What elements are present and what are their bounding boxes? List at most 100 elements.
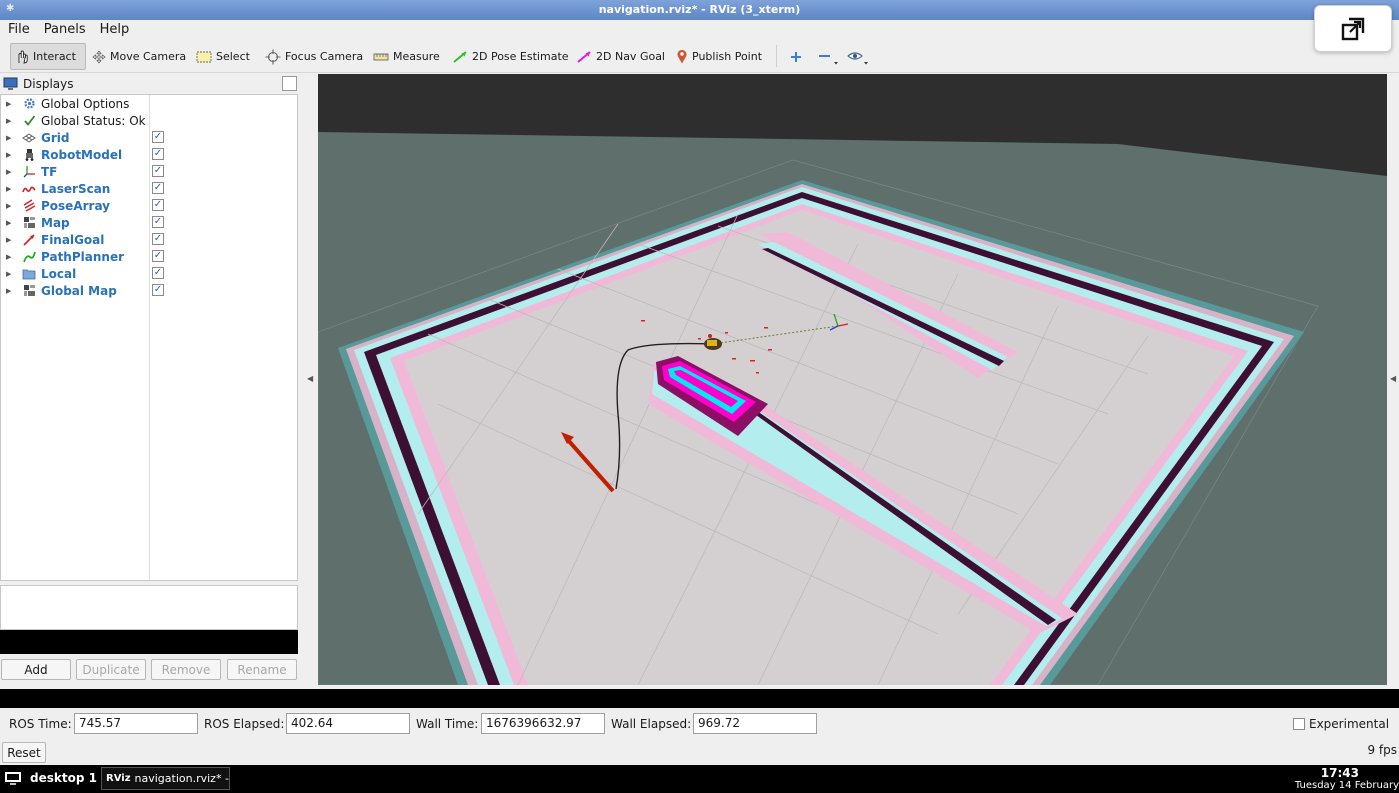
display-item-global-map[interactable]: ▶ Global Map ✓: [1, 282, 297, 299]
rviz-app-icon: RViz: [106, 773, 131, 784]
menu-bar: File Panels Help: [0, 20, 1399, 39]
publish-point-tool-button[interactable]: Publish Point: [672, 43, 766, 70]
render-view-3d[interactable]: [318, 74, 1387, 685]
green-arrow-icon: [453, 50, 467, 63]
expand-arrow-icon[interactable]: ▶: [6, 151, 16, 159]
desktop-switcher[interactable]: desktop 1: [4, 771, 97, 785]
display-enabled-checkbox[interactable]: ✓: [152, 267, 164, 279]
display-item-global-status[interactable]: ▶ Global Status: Ok: [1, 112, 297, 129]
reset-button[interactable]: Reset: [2, 742, 46, 763]
display-item-label: FinalGoal: [41, 232, 105, 247]
expand-arrow-icon[interactable]: ▶: [6, 270, 16, 278]
displays-header: Displays: [0, 74, 299, 93]
rename-display-button[interactable]: Rename: [227, 659, 297, 680]
expand-arrow-icon[interactable]: ▶: [6, 202, 16, 210]
menu-help[interactable]: Help: [100, 22, 130, 37]
focus-camera-label: Focus Camera: [285, 50, 364, 63]
panel-splitter[interactable]: ◀: [300, 74, 317, 686]
display-item-pose-array[interactable]: ▶ PoseArray ✓: [1, 197, 297, 214]
expand-arrow-icon[interactable]: ▶: [6, 236, 16, 244]
expand-arrow-icon[interactable]: ▶: [6, 219, 16, 227]
display-item-final-goal[interactable]: ▶ FinalGoal ✓: [1, 231, 297, 248]
collapse-right-icon[interactable]: ◀: [1390, 374, 1396, 383]
crosshair-icon: [265, 49, 281, 64]
map-icon: [20, 284, 38, 298]
display-item-laser-scan[interactable]: ▶ LaserScan ✓: [1, 180, 297, 197]
measure-tool-button[interactable]: Measure: [369, 43, 444, 70]
display-item-label: Grid: [41, 130, 70, 145]
pose-array-icon: [20, 199, 38, 213]
remove-display-button[interactable]: Remove: [151, 659, 221, 680]
move-camera-label: Move Camera: [110, 50, 187, 63]
wall-elapsed-field[interactable]: 969.72: [693, 713, 817, 734]
displays-panel: Displays ▶ Global Options ▶ Global Statu…: [0, 74, 299, 686]
display-enabled-checkbox[interactable]: ✓: [152, 216, 164, 228]
collapse-left-icon[interactable]: ◀: [307, 374, 313, 383]
display-enabled-checkbox[interactable]: ✓: [152, 148, 164, 160]
undock-panel-button[interactable]: [282, 76, 297, 91]
pose-estimate-tool-button[interactable]: 2D Pose Estimate: [448, 43, 573, 70]
display-enabled-checkbox[interactable]: ✓: [152, 250, 164, 262]
add-display-button[interactable]: Add: [1, 659, 71, 680]
expand-arrow-icon[interactable]: ▶: [6, 168, 16, 176]
experimental-checkbox[interactable]: [1293, 718, 1305, 730]
title-bar: ✱ navigation.rviz* - RViz (3_xterm): [0, 0, 1399, 20]
display-enabled-checkbox[interactable]: ✓: [152, 131, 164, 143]
display-item-grid[interactable]: ▶ Grid ✓: [1, 129, 297, 146]
display-item-label: TF: [41, 164, 58, 179]
taskbar-window-rviz[interactable]: RViz navigation.rviz* -...: [101, 767, 230, 790]
ros-time-field[interactable]: 745.57: [74, 713, 198, 734]
expand-arrow-icon[interactable]: ▶: [6, 253, 16, 261]
restore-window-button[interactable]: [1314, 5, 1392, 52]
eye-icon: [847, 51, 868, 64]
menu-panels[interactable]: Panels: [44, 22, 86, 37]
clock-time: 17:43: [1320, 766, 1359, 780]
display-item-label: Map: [41, 215, 70, 230]
taskbar-window-label: navigation.rviz* -...: [134, 772, 230, 785]
expand-arrow-icon[interactable]: ▶: [6, 117, 16, 125]
add-tool-button[interactable]: [784, 43, 808, 70]
focus-camera-tool-button[interactable]: Focus Camera: [261, 43, 367, 70]
path-icon: [20, 250, 38, 264]
expand-arrow-icon[interactable]: ▶: [6, 134, 16, 142]
axes-icon: [20, 165, 38, 179]
tool-bar: Interact Move Camera Select Focus Camera: [0, 39, 1399, 73]
status-separator-bar: [0, 689, 1399, 708]
panel-visibility-button[interactable]: [842, 43, 876, 70]
expand-arrow-icon[interactable]: ▶: [6, 287, 16, 295]
select-tool-button[interactable]: Select: [192, 43, 254, 70]
duplicate-display-button[interactable]: Duplicate: [76, 659, 146, 680]
publish-point-label: Publish Point: [692, 50, 763, 63]
expand-arrow-icon[interactable]: ▶: [6, 185, 16, 193]
magenta-arrow-icon: [577, 50, 591, 63]
expand-arrow-icon[interactable]: ▶: [6, 100, 16, 108]
menu-file[interactable]: File: [8, 22, 30, 37]
right-dock-strip[interactable]: ◀: [1387, 74, 1399, 686]
display-item-global-options[interactable]: ▶ Global Options: [1, 95, 297, 112]
folder-icon: [20, 267, 38, 281]
display-item-path-planner[interactable]: ▶ PathPlanner ✓: [1, 248, 297, 265]
display-enabled-checkbox[interactable]: ✓: [152, 284, 164, 296]
time-panel: ROS Time: 745.57 ROS Elapsed: 402.64 Wal…: [0, 710, 1399, 766]
ros-elapsed-field[interactable]: 402.64: [286, 713, 410, 734]
display-enabled-checkbox[interactable]: ✓: [152, 199, 164, 211]
display-item-local[interactable]: ▶ Local ✓: [1, 265, 297, 282]
display-item-label: LaserScan: [41, 181, 111, 196]
display-enabled-checkbox[interactable]: ✓: [152, 165, 164, 177]
display-item-label: Global Map: [41, 283, 117, 298]
display-enabled-checkbox[interactable]: ✓: [152, 233, 164, 245]
plus-icon: [791, 51, 801, 62]
interact-tool-button[interactable]: Interact: [10, 43, 86, 70]
description-footer: [0, 630, 298, 654]
move-camera-tool-button[interactable]: Move Camera: [88, 43, 190, 70]
display-item-tf[interactable]: ▶ TF ✓: [1, 163, 297, 180]
wall-time-field[interactable]: 1676396632.97: [481, 713, 605, 734]
select-label: Select: [216, 50, 250, 63]
display-enabled-checkbox[interactable]: ✓: [152, 182, 164, 194]
display-item-map[interactable]: ▶ Map ✓: [1, 214, 297, 231]
display-item-robot-model[interactable]: ▶ RobotModel ✓: [1, 146, 297, 163]
nav-goal-tool-button[interactable]: 2D Nav Goal: [572, 43, 669, 70]
clock-date: Tuesday 14 February: [1294, 780, 1399, 791]
minus-icon: [819, 54, 838, 64]
remove-tool-button[interactable]: [812, 43, 844, 70]
